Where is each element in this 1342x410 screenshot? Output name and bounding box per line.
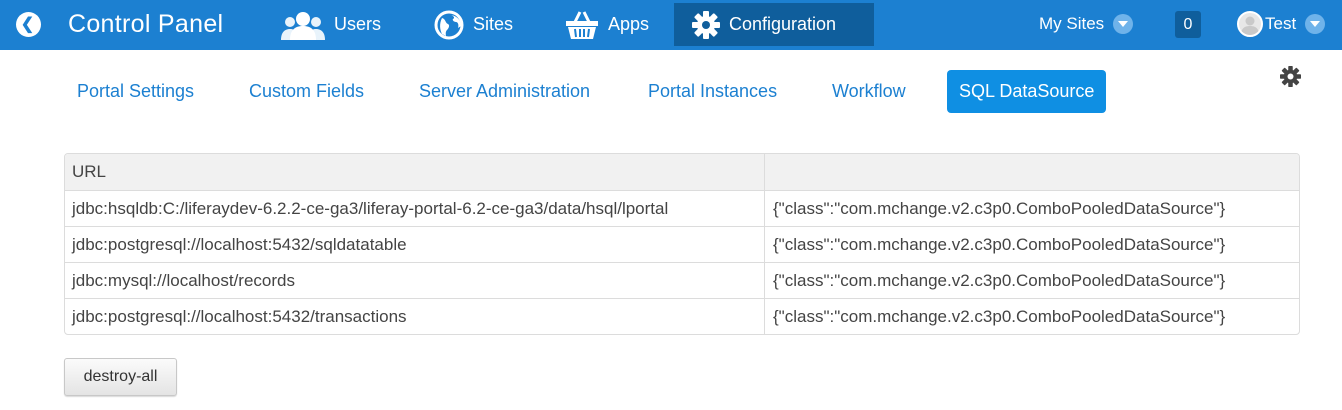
chevron-down-icon [1113, 14, 1134, 34]
back-button[interactable]: ❮ [16, 12, 41, 37]
nav-users-label: Users [334, 14, 382, 34]
column-header-url: URL [65, 154, 765, 190]
nav-configuration-label: Configuration [729, 14, 837, 34]
basket-icon [565, 10, 599, 40]
notification-count-badge[interactable]: 0 [1175, 11, 1201, 38]
nav-sites-label: Sites [473, 14, 514, 34]
nav-apps-label: Apps [608, 14, 650, 34]
tab-portal-instances[interactable]: Portal Instances [648, 70, 777, 113]
chevron-down-icon [1305, 14, 1326, 34]
table-row: jdbc:hsqldb:C:/liferaydev-6.2.2-ce-ga3/l… [65, 190, 1299, 226]
table-cell-class: {"class":"com.mchange.v2.c3p0.ComboPoole… [773, 234, 1226, 254]
table-cell-class: {"class":"com.mchange.v2.c3p0.ComboPoole… [773, 198, 1226, 218]
tab-custom-fields[interactable]: Custom Fields [249, 70, 364, 113]
nav-users[interactable]: Users [281, 3, 381, 46]
table-cell-class: {"class":"com.mchange.v2.c3p0.ComboPoole… [773, 306, 1226, 326]
avatar [1237, 11, 1263, 37]
column-header-details [765, 154, 1299, 190]
tab-server-administration[interactable]: Server Administration [419, 70, 590, 113]
my-sites-menu[interactable]: My Sites [1039, 14, 1134, 34]
control-panel-title: Control Panel [68, 10, 224, 38]
table-header-row: URL [65, 154, 1299, 190]
my-sites-label: My Sites [1039, 14, 1105, 33]
chevron-left-icon: ❮ [20, 15, 35, 33]
top-navigation-bar: ❮ Control Panel Users Sites Apps Configu… [0, 0, 1342, 50]
destroy-all-button[interactable]: destroy-all [64, 358, 177, 396]
table-row: jdbc:postgresql://localhost:5432/sqldata… [65, 226, 1299, 262]
table-cell-url: jdbc:postgresql://localhost:5432/sqldata… [65, 227, 765, 262]
users-icon [281, 10, 325, 40]
gear-icon [692, 10, 720, 39]
tab-sql-datasource[interactable]: SQL DataSource [947, 70, 1107, 113]
datasource-table: URL jdbc:hsqldb:C:/liferaydev-6.2.2-ce-g… [64, 153, 1300, 335]
table-row: jdbc:postgresql://localhost:5432/transac… [65, 298, 1299, 334]
globe-icon [434, 10, 464, 40]
nav-apps[interactable]: Apps [565, 3, 649, 46]
user-menu[interactable]: Test [1237, 11, 1326, 37]
tab-workflow[interactable]: Workflow [832, 70, 906, 113]
table-cell-class: {"class":"com.mchange.v2.c3p0.ComboPoole… [773, 270, 1226, 290]
table-cell-url: jdbc:hsqldb:C:/liferaydev-6.2.2-ce-ga3/l… [65, 191, 765, 226]
nav-configuration[interactable]: Configuration [674, 3, 874, 46]
table-cell-url: jdbc:mysql://localhost/records [65, 263, 765, 298]
tab-portal-settings[interactable]: Portal Settings [77, 70, 194, 113]
user-name: Test [1265, 14, 1297, 33]
table-row: jdbc:mysql://localhost/records {"class":… [65, 262, 1299, 298]
settings-gear-icon[interactable] [1280, 66, 1301, 92]
nav-sites[interactable]: Sites [434, 3, 513, 46]
table-cell-url: jdbc:postgresql://localhost:5432/transac… [65, 299, 765, 334]
